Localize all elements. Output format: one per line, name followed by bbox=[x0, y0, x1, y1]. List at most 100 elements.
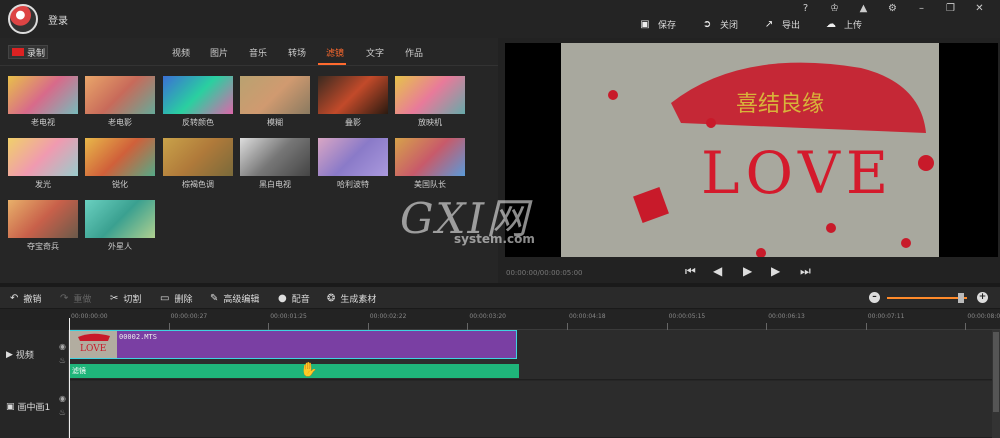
minimize-icon[interactable]: – bbox=[907, 2, 936, 16]
playhead[interactable] bbox=[69, 318, 70, 438]
voiceover-button[interactable]: ● 配音 bbox=[278, 292, 310, 305]
zoom-in-icon[interactable]: + bbox=[977, 292, 988, 303]
pip-lane[interactable] bbox=[69, 381, 992, 438]
filter-label: 锐化 bbox=[112, 180, 128, 189]
media-panel: 录制 视频 图片 音乐 转场 滤镜 文字 作品 老电视 老电影 反转颜色 模糊 叠影 放映… bbox=[0, 38, 498, 283]
mouse-cursor-icon: ✋ bbox=[300, 362, 318, 378]
play-icon[interactable]: ▶ bbox=[743, 264, 752, 278]
filter-item[interactable]: 老电视 bbox=[8, 76, 78, 127]
skip-start-icon[interactable]: ⏮ bbox=[685, 264, 696, 279]
tab-transition[interactable]: 转场 bbox=[288, 46, 306, 59]
ruler-tick-mark bbox=[168, 323, 170, 330]
tab-works[interactable]: 作品 bbox=[405, 46, 423, 59]
record-button[interactable]: 录制 bbox=[8, 45, 48, 59]
bell-icon[interactable]: ▲ bbox=[849, 2, 878, 16]
tab-filter[interactable]: 滤镜 bbox=[326, 46, 344, 59]
pip-eye-icon[interactable]: ◉ bbox=[59, 394, 66, 403]
scissors-icon: ✂ bbox=[110, 293, 119, 304]
window-controls: ? ♔ ▲ ⚙ – ❐ ✕ bbox=[791, 2, 994, 16]
active-tab-underline bbox=[318, 63, 346, 65]
video-lane[interactable]: LOVE 00002.MTS 滤镜 bbox=[69, 330, 992, 380]
filter-item[interactable]: 放映机 bbox=[395, 76, 465, 127]
video-track-icon: ▶ bbox=[6, 349, 13, 360]
zoom-slider[interactable] bbox=[887, 297, 967, 299]
step-forward-icon[interactable]: ▶ bbox=[771, 264, 780, 278]
filter-thumbnail bbox=[240, 138, 310, 176]
filter-thumbnail bbox=[163, 138, 233, 176]
filter-item[interactable]: 棕褐色调 bbox=[163, 138, 233, 189]
pip-track-header: ▣ 画中画1 ◉ ♨ bbox=[6, 394, 66, 417]
tab-image[interactable]: 图片 bbox=[210, 46, 228, 59]
timeline-scrollbar[interactable] bbox=[992, 330, 1000, 438]
tab-video[interactable]: 视频 bbox=[172, 46, 190, 59]
speaker-icon[interactable]: ♨ bbox=[59, 356, 66, 365]
film-reel-icon: ❂ bbox=[327, 293, 336, 304]
zoom-slider-handle[interactable] bbox=[958, 293, 964, 303]
help-icon[interactable]: ? bbox=[791, 2, 820, 16]
title-bar: 登录 ? ♔ ▲ ⚙ – ❐ ✕ ▣ 保存 ➲ 关闭 ↗ 导出 ☁ 上传 bbox=[0, 0, 1000, 38]
filter-strip[interactable]: 滤镜 bbox=[69, 364, 519, 378]
preview-frame: 喜结良缘 LOVE bbox=[561, 43, 939, 257]
save-icon: ▣ bbox=[640, 18, 650, 30]
restore-icon[interactable]: ❐ bbox=[936, 2, 965, 16]
ruler-tick-mark bbox=[467, 323, 469, 330]
advanced-edit-button[interactable]: ✎ 高级编辑 bbox=[210, 292, 259, 305]
close-window-icon[interactable]: ✕ bbox=[965, 2, 994, 16]
user-avatar[interactable] bbox=[8, 4, 38, 34]
upload-icon: ☁ bbox=[826, 18, 837, 30]
filter-item[interactable]: 反转颜色 bbox=[163, 76, 233, 127]
export-icon: ↗ bbox=[764, 18, 774, 30]
filter-item[interactable]: 发光 bbox=[8, 138, 78, 189]
upload-button[interactable]: ☁ 上传 bbox=[826, 18, 862, 31]
generate-material-button[interactable]: ❂ 生成素材 bbox=[327, 292, 376, 305]
pencil-icon: ✎ bbox=[210, 293, 219, 304]
watermark-sub: system.com bbox=[454, 232, 535, 246]
export-button[interactable]: ↗ 导出 bbox=[764, 18, 800, 31]
eye-icon[interactable]: ◉ bbox=[59, 342, 66, 351]
filter-item[interactable]: 叠影 bbox=[318, 76, 388, 127]
clip-name: 00002.MTS bbox=[119, 333, 157, 341]
timeline-ruler[interactable]: 00:00:00:00 00:00:00:27 00:00:01:25 00:00:0… bbox=[69, 310, 1000, 330]
ruler-tick-mark bbox=[367, 323, 369, 330]
crown-icon[interactable]: ♔ bbox=[820, 2, 849, 16]
step-back-icon[interactable]: ◀ bbox=[713, 264, 722, 278]
gear-icon[interactable]: ⚙ bbox=[878, 2, 907, 16]
login-link[interactable]: 登录 bbox=[48, 12, 68, 27]
undo-button[interactable]: ↶ 撤销 bbox=[10, 292, 41, 305]
delete-button[interactable]: ▭ 删除 bbox=[160, 292, 192, 305]
filter-item[interactable]: 美国队长 bbox=[395, 138, 465, 189]
zoom-out-icon[interactable]: – bbox=[869, 292, 880, 303]
filter-thumbnail bbox=[318, 138, 388, 176]
cut-button[interactable]: ✂ 切割 bbox=[110, 292, 141, 305]
redo-button[interactable]: ↷ 重做 bbox=[60, 292, 91, 305]
filter-item[interactable]: 黑白电视 bbox=[240, 138, 310, 189]
filter-item[interactable]: 锐化 bbox=[85, 138, 155, 189]
filter-item[interactable]: 模糊 bbox=[240, 76, 310, 127]
edit-toolbar: ↶ 撤销 ↷ 重做 ✂ 切割 ▭ 删除 ✎ 高级编辑 ● 配音 ❂ 生成素材 – + bbox=[0, 287, 1000, 309]
save-button[interactable]: ▣ 保存 bbox=[640, 18, 676, 31]
camera-icon bbox=[12, 48, 24, 56]
tab-text[interactable]: 文字 bbox=[366, 46, 384, 59]
filter-item[interactable]: 哈利波特 bbox=[318, 138, 388, 189]
ruler-tick-label: 00:00:07:11 bbox=[867, 313, 905, 320]
header-actions: ▣ 保存 ➲ 关闭 ↗ 导出 ☁ 上传 bbox=[640, 18, 888, 31]
filter-item[interactable]: 夺宝奇兵 bbox=[8, 200, 78, 251]
video-track-header: ▶ 视频 ◉ ♨ bbox=[6, 342, 66, 365]
banner-text: 喜结良缘 bbox=[736, 92, 824, 117]
ruler-tick-label: 00:00:04:18 bbox=[569, 313, 606, 320]
video-preview: 喜结良缘 LOVE bbox=[505, 43, 998, 257]
tab-music[interactable]: 音乐 bbox=[249, 46, 267, 59]
close-button[interactable]: ➲ 关闭 bbox=[702, 18, 738, 31]
pip-speaker-icon[interactable]: ♨ bbox=[59, 408, 66, 417]
filter-thumbnail bbox=[240, 76, 310, 114]
filter-item[interactable]: 老电影 bbox=[85, 76, 155, 127]
preview-image: 喜结良缘 LOVE bbox=[561, 43, 939, 257]
ruler-tick-mark bbox=[666, 323, 668, 330]
ruler-tick-mark bbox=[965, 323, 967, 330]
video-clip[interactable]: LOVE 00002.MTS bbox=[69, 330, 517, 359]
filter-item[interactable]: 外星人 bbox=[85, 200, 155, 251]
filter-thumbnail bbox=[318, 76, 388, 114]
scrollbar-thumb[interactable] bbox=[993, 332, 999, 412]
redo-icon: ↷ bbox=[60, 293, 69, 304]
skip-end-icon[interactable]: ⏭ bbox=[800, 264, 811, 279]
